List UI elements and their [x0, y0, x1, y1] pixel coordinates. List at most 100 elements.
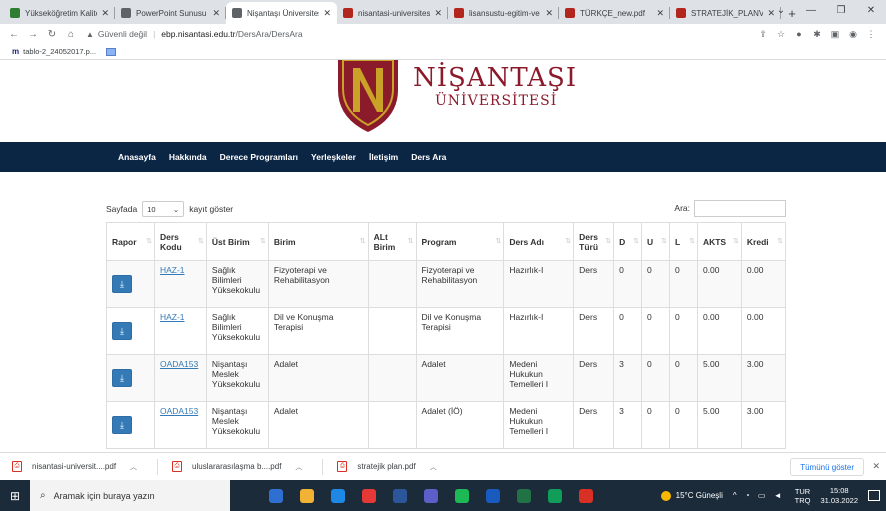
- chevron-up-icon[interactable]: ︿: [130, 462, 137, 472]
- share-icon[interactable]: ⇪: [754, 29, 772, 40]
- col-rapor[interactable]: Rapor ⇅: [106, 222, 155, 261]
- code-cell: HAZ-1: [153, 260, 207, 308]
- taskbar-app-icon[interactable]: [415, 480, 446, 511]
- tray-icons[interactable]: ^ ◔ ▭ ◄: [733, 491, 785, 500]
- show-all-downloads-button[interactable]: Tümünü göster: [790, 458, 864, 476]
- col-l[interactable]: L ⇅: [669, 222, 698, 261]
- tab-title: Nişantaşı Üniversitesi: [247, 8, 320, 18]
- home-icon[interactable]: ⌂: [63, 29, 79, 40]
- taskbar-app-icon[interactable]: [508, 480, 539, 511]
- browser-tab[interactable]: lisansustu-egitim-ve ✕: [448, 2, 559, 24]
- alt-birim-cell: [367, 260, 417, 308]
- address-input[interactable]: ▲ Güvenli değil | ebp.nisantasi.edu.tr/D…: [82, 26, 754, 43]
- download-report-button[interactable]: ⤓: [112, 322, 132, 340]
- tab-search-icon[interactable]: ⌄: [766, 0, 796, 20]
- nav-anasayfa[interactable]: Anasayfa: [118, 152, 156, 162]
- bookmark-image-icon[interactable]: [106, 47, 117, 56]
- alt-birim-cell: [367, 354, 417, 402]
- search-input[interactable]: [694, 200, 786, 217]
- taskbar-app-icon[interactable]: [384, 480, 415, 511]
- tab-close-icon[interactable]: ✕: [212, 8, 220, 19]
- back-icon[interactable]: ←: [6, 29, 22, 40]
- tab-close-icon[interactable]: ✕: [656, 8, 664, 19]
- warning-icon[interactable]: ▲: [86, 30, 94, 39]
- taskbar-app-icon[interactable]: [477, 480, 508, 511]
- chevron-up-icon[interactable]: ︿: [295, 462, 302, 472]
- tab-close-icon[interactable]: ✕: [101, 8, 109, 19]
- col-kredi[interactable]: Kredi ⇅: [740, 222, 787, 261]
- col-ders-adi[interactable]: Ders Adı ⇅: [503, 222, 575, 261]
- language-indicator[interactable]: TUR TRQ: [795, 487, 811, 505]
- ders-turu-cell: Ders: [573, 307, 615, 355]
- nav-hakkinda[interactable]: Hakkında: [169, 152, 207, 162]
- taskbar-app-icon[interactable]: [446, 480, 477, 511]
- browser-tab[interactable]: Nişantaşı Üniversitesi ✕: [226, 2, 337, 24]
- col-program[interactable]: Program ⇅: [415, 222, 505, 261]
- download-item[interactable]: ⎙ uluslararasılaşma b....pdf ︿: [172, 461, 302, 472]
- nav-derece-programlari[interactable]: Derece Programları: [220, 152, 298, 162]
- col-u[interactable]: U ⇅: [641, 222, 670, 261]
- menu-icon[interactable]: ⋮: [862, 29, 880, 40]
- taskbar-app-icon[interactable]: [322, 480, 353, 511]
- chevron-up-icon[interactable]: ︿: [430, 462, 437, 472]
- browser-tab[interactable]: Yükseköğretim Kalite ✕: [4, 2, 115, 24]
- puzzle-icon[interactable]: ✱: [808, 29, 826, 40]
- taskbar-app-icon[interactable]: [570, 480, 601, 511]
- col-d[interactable]: D ⇅: [613, 222, 643, 261]
- weather-widget[interactable]: 15°C Güneşli: [660, 490, 723, 501]
- col-ust-birim[interactable]: Üst Birim ⇅: [205, 222, 269, 261]
- restore-icon[interactable]: ❐: [826, 0, 856, 20]
- taskbar: ⊞ ⌕ Aramak için buraya yazın 15°C Güneşl…: [0, 480, 886, 511]
- download-item[interactable]: ⎙ stratejik plan.pdf ︿: [337, 461, 437, 472]
- tab-close-icon[interactable]: ✕: [323, 8, 331, 19]
- taskbar-search-input[interactable]: ⌕ Aramak için buraya yazın: [30, 480, 230, 511]
- tab-favicon-icon: [121, 8, 131, 18]
- col-ders-kodu[interactable]: Ders Kodu ⇅: [153, 222, 207, 261]
- course-code-link[interactable]: OADA153: [160, 359, 198, 369]
- col-alt-birim[interactable]: ALt Birim ⇅: [367, 222, 417, 261]
- col-ders-turu[interactable]: Ders Türü ⇅: [573, 222, 615, 261]
- download-report-button[interactable]: ⤓: [112, 369, 132, 387]
- extension-icon[interactable]: ●: [790, 29, 808, 39]
- kredi-cell: 0.00: [740, 307, 787, 355]
- windows-start-icon[interactable]: ⊞: [0, 489, 30, 503]
- d-cell: 0: [613, 260, 643, 308]
- download-report-button[interactable]: ⤓: [112, 275, 132, 293]
- bookmark-item[interactable]: tablo-2_24052017.p...: [23, 47, 96, 56]
- taskbar-app-icon[interactable]: [260, 480, 291, 511]
- forward-icon[interactable]: →: [25, 29, 41, 40]
- browser-tab[interactable]: PowerPoint Sunusu ✕: [115, 2, 226, 24]
- nav-iletisim[interactable]: İletişim: [369, 152, 398, 162]
- page-length-select[interactable]: 10 ⌄: [142, 201, 185, 217]
- taskbar-app-icon[interactable]: [353, 480, 384, 511]
- clock[interactable]: 15:08 31.03.2022: [820, 486, 858, 506]
- site-logo[interactable]: NİŞANTAŞI ÜNİVERSİTESİ: [333, 60, 577, 132]
- tab-close-icon[interactable]: ✕: [434, 8, 442, 19]
- col-birim[interactable]: Birim ⇅: [267, 222, 369, 261]
- close-icon[interactable]: ✕: [872, 461, 880, 472]
- sidepanel-icon[interactable]: ▣: [826, 29, 844, 40]
- browser-tab[interactable]: STRATEJİK_PLANV5.p✕: [670, 2, 781, 24]
- window-controls: ⌄ — ❐ ✕: [766, 0, 886, 20]
- bookmark-star-icon[interactable]: ☆: [772, 29, 790, 40]
- browser-tab[interactable]: nisantasi-universitesi ✕: [337, 2, 448, 24]
- download-report-button[interactable]: ⤓: [112, 416, 132, 434]
- col-akts[interactable]: AKTS ⇅: [696, 222, 742, 261]
- chevron-down-icon: ⌄: [172, 204, 180, 214]
- close-window-icon[interactable]: ✕: [856, 0, 886, 20]
- tab-close-icon[interactable]: ✕: [545, 8, 553, 19]
- course-code-link[interactable]: HAZ-1: [160, 265, 185, 275]
- minimize-icon[interactable]: —: [796, 0, 826, 20]
- browser-tab[interactable]: TÜRKÇE_new.pdf ✕: [559, 2, 670, 24]
- course-code-link[interactable]: OADA153: [160, 406, 198, 416]
- notification-icon[interactable]: [868, 490, 880, 501]
- course-code-link[interactable]: HAZ-1: [160, 312, 185, 322]
- nav-yerleskeler[interactable]: Yerleşkeler: [311, 152, 356, 162]
- profile-icon[interactable]: ◉: [844, 29, 862, 40]
- download-icon: ⤓: [120, 419, 124, 430]
- taskbar-app-icon[interactable]: [291, 480, 322, 511]
- nav-ders-ara[interactable]: Ders Ara: [411, 152, 446, 162]
- download-item[interactable]: ⎙ nisantasi-universit....pdf ︿: [12, 461, 137, 472]
- reload-icon[interactable]: ↻: [44, 29, 60, 40]
- taskbar-app-icon[interactable]: [539, 480, 570, 511]
